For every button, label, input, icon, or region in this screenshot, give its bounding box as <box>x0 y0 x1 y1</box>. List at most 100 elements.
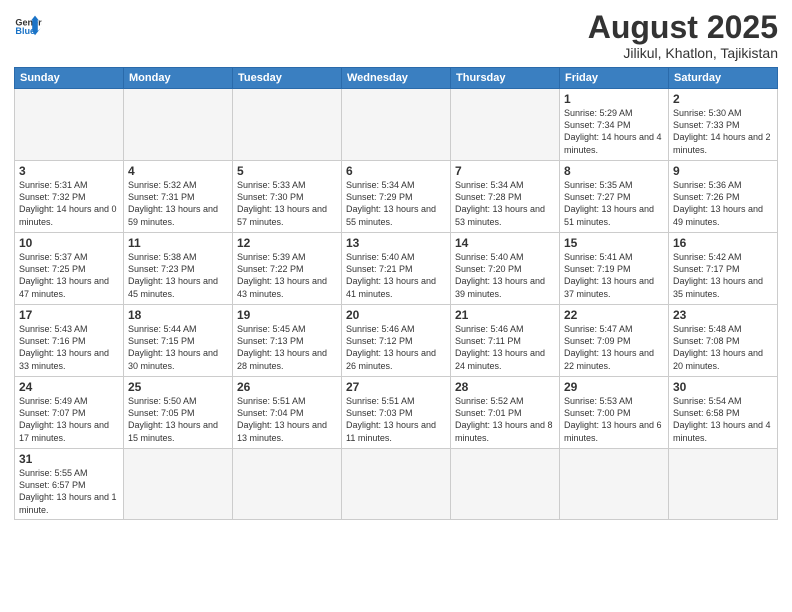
table-cell: 26Sunrise: 5:51 AM Sunset: 7:04 PM Dayli… <box>233 377 342 449</box>
table-cell: 11Sunrise: 5:38 AM Sunset: 7:23 PM Dayli… <box>124 233 233 305</box>
day-number: 3 <box>19 164 119 178</box>
day-number: 25 <box>128 380 228 394</box>
day-number: 29 <box>564 380 664 394</box>
day-info: Sunrise: 5:52 AM Sunset: 7:01 PM Dayligh… <box>455 395 555 444</box>
day-info: Sunrise: 5:40 AM Sunset: 7:20 PM Dayligh… <box>455 251 555 300</box>
day-info: Sunrise: 5:37 AM Sunset: 7:25 PM Dayligh… <box>19 251 119 300</box>
week-row-0: 1Sunrise: 5:29 AM Sunset: 7:34 PM Daylig… <box>15 89 778 161</box>
day-number: 28 <box>455 380 555 394</box>
day-info: Sunrise: 5:46 AM Sunset: 7:11 PM Dayligh… <box>455 323 555 372</box>
day-number: 21 <box>455 308 555 322</box>
table-cell: 2Sunrise: 5:30 AM Sunset: 7:33 PM Daylig… <box>669 89 778 161</box>
logo-icon: General Blue <box>14 10 42 38</box>
table-cell: 10Sunrise: 5:37 AM Sunset: 7:25 PM Dayli… <box>15 233 124 305</box>
day-info: Sunrise: 5:41 AM Sunset: 7:19 PM Dayligh… <box>564 251 664 300</box>
table-cell: 7Sunrise: 5:34 AM Sunset: 7:28 PM Daylig… <box>451 161 560 233</box>
day-number: 26 <box>237 380 337 394</box>
day-info: Sunrise: 5:33 AM Sunset: 7:30 PM Dayligh… <box>237 179 337 228</box>
table-cell: 31Sunrise: 5:55 AM Sunset: 6:57 PM Dayli… <box>15 449 124 520</box>
table-cell: 8Sunrise: 5:35 AM Sunset: 7:27 PM Daylig… <box>560 161 669 233</box>
day-number: 2 <box>673 92 773 106</box>
table-cell: 28Sunrise: 5:52 AM Sunset: 7:01 PM Dayli… <box>451 377 560 449</box>
table-cell: 1Sunrise: 5:29 AM Sunset: 7:34 PM Daylig… <box>560 89 669 161</box>
day-number: 30 <box>673 380 773 394</box>
page: General Blue August 2025 Jilikul, Khatlo… <box>0 0 792 612</box>
table-cell <box>233 89 342 161</box>
day-info: Sunrise: 5:34 AM Sunset: 7:29 PM Dayligh… <box>346 179 446 228</box>
day-number: 12 <box>237 236 337 250</box>
table-cell: 22Sunrise: 5:47 AM Sunset: 7:09 PM Dayli… <box>560 305 669 377</box>
day-info: Sunrise: 5:54 AM Sunset: 6:58 PM Dayligh… <box>673 395 773 444</box>
header-monday: Monday <box>124 68 233 89</box>
header-thursday: Thursday <box>451 68 560 89</box>
day-number: 15 <box>564 236 664 250</box>
table-cell: 13Sunrise: 5:40 AM Sunset: 7:21 PM Dayli… <box>342 233 451 305</box>
day-info: Sunrise: 5:49 AM Sunset: 7:07 PM Dayligh… <box>19 395 119 444</box>
calendar-table: Sunday Monday Tuesday Wednesday Thursday… <box>14 67 778 520</box>
table-cell: 16Sunrise: 5:42 AM Sunset: 7:17 PM Dayli… <box>669 233 778 305</box>
calendar-title: August 2025 <box>588 10 778 45</box>
day-info: Sunrise: 5:29 AM Sunset: 7:34 PM Dayligh… <box>564 107 664 156</box>
day-info: Sunrise: 5:47 AM Sunset: 7:09 PM Dayligh… <box>564 323 664 372</box>
day-number: 14 <box>455 236 555 250</box>
title-block: August 2025 Jilikul, Khatlon, Tajikistan <box>588 10 778 61</box>
table-cell <box>342 89 451 161</box>
table-cell <box>233 449 342 520</box>
table-cell: 15Sunrise: 5:41 AM Sunset: 7:19 PM Dayli… <box>560 233 669 305</box>
day-number: 19 <box>237 308 337 322</box>
day-info: Sunrise: 5:42 AM Sunset: 7:17 PM Dayligh… <box>673 251 773 300</box>
day-number: 17 <box>19 308 119 322</box>
table-cell: 27Sunrise: 5:51 AM Sunset: 7:03 PM Dayli… <box>342 377 451 449</box>
day-info: Sunrise: 5:40 AM Sunset: 7:21 PM Dayligh… <box>346 251 446 300</box>
header-wednesday: Wednesday <box>342 68 451 89</box>
day-info: Sunrise: 5:45 AM Sunset: 7:13 PM Dayligh… <box>237 323 337 372</box>
day-number: 18 <box>128 308 228 322</box>
day-number: 9 <box>673 164 773 178</box>
day-number: 27 <box>346 380 446 394</box>
day-info: Sunrise: 5:30 AM Sunset: 7:33 PM Dayligh… <box>673 107 773 156</box>
table-cell: 25Sunrise: 5:50 AM Sunset: 7:05 PM Dayli… <box>124 377 233 449</box>
table-cell: 30Sunrise: 5:54 AM Sunset: 6:58 PM Dayli… <box>669 377 778 449</box>
day-info: Sunrise: 5:34 AM Sunset: 7:28 PM Dayligh… <box>455 179 555 228</box>
table-cell: 4Sunrise: 5:32 AM Sunset: 7:31 PM Daylig… <box>124 161 233 233</box>
day-info: Sunrise: 5:43 AM Sunset: 7:16 PM Dayligh… <box>19 323 119 372</box>
day-number: 10 <box>19 236 119 250</box>
header-sunday: Sunday <box>15 68 124 89</box>
table-cell <box>451 449 560 520</box>
day-number: 22 <box>564 308 664 322</box>
day-number: 5 <box>237 164 337 178</box>
day-info: Sunrise: 5:44 AM Sunset: 7:15 PM Dayligh… <box>128 323 228 372</box>
table-cell: 23Sunrise: 5:48 AM Sunset: 7:08 PM Dayli… <box>669 305 778 377</box>
header: General Blue August 2025 Jilikul, Khatlo… <box>14 10 778 61</box>
day-info: Sunrise: 5:51 AM Sunset: 7:03 PM Dayligh… <box>346 395 446 444</box>
header-friday: Friday <box>560 68 669 89</box>
day-info: Sunrise: 5:35 AM Sunset: 7:27 PM Dayligh… <box>564 179 664 228</box>
table-cell: 14Sunrise: 5:40 AM Sunset: 7:20 PM Dayli… <box>451 233 560 305</box>
day-info: Sunrise: 5:53 AM Sunset: 7:00 PM Dayligh… <box>564 395 664 444</box>
day-number: 11 <box>128 236 228 250</box>
table-cell: 24Sunrise: 5:49 AM Sunset: 7:07 PM Dayli… <box>15 377 124 449</box>
table-cell <box>669 449 778 520</box>
day-number: 24 <box>19 380 119 394</box>
day-info: Sunrise: 5:31 AM Sunset: 7:32 PM Dayligh… <box>19 179 119 228</box>
week-row-2: 10Sunrise: 5:37 AM Sunset: 7:25 PM Dayli… <box>15 233 778 305</box>
day-number: 7 <box>455 164 555 178</box>
day-number: 16 <box>673 236 773 250</box>
day-number: 1 <box>564 92 664 106</box>
day-number: 8 <box>564 164 664 178</box>
day-number: 23 <box>673 308 773 322</box>
table-cell <box>124 449 233 520</box>
day-number: 31 <box>19 452 119 466</box>
day-info: Sunrise: 5:48 AM Sunset: 7:08 PM Dayligh… <box>673 323 773 372</box>
day-info: Sunrise: 5:39 AM Sunset: 7:22 PM Dayligh… <box>237 251 337 300</box>
day-number: 4 <box>128 164 228 178</box>
svg-text:Blue: Blue <box>15 26 35 36</box>
calendar-subtitle: Jilikul, Khatlon, Tajikistan <box>588 45 778 61</box>
table-cell <box>15 89 124 161</box>
table-cell: 29Sunrise: 5:53 AM Sunset: 7:00 PM Dayli… <box>560 377 669 449</box>
table-cell: 21Sunrise: 5:46 AM Sunset: 7:11 PM Dayli… <box>451 305 560 377</box>
week-row-1: 3Sunrise: 5:31 AM Sunset: 7:32 PM Daylig… <box>15 161 778 233</box>
table-cell: 9Sunrise: 5:36 AM Sunset: 7:26 PM Daylig… <box>669 161 778 233</box>
logo: General Blue <box>14 10 42 38</box>
day-info: Sunrise: 5:38 AM Sunset: 7:23 PM Dayligh… <box>128 251 228 300</box>
